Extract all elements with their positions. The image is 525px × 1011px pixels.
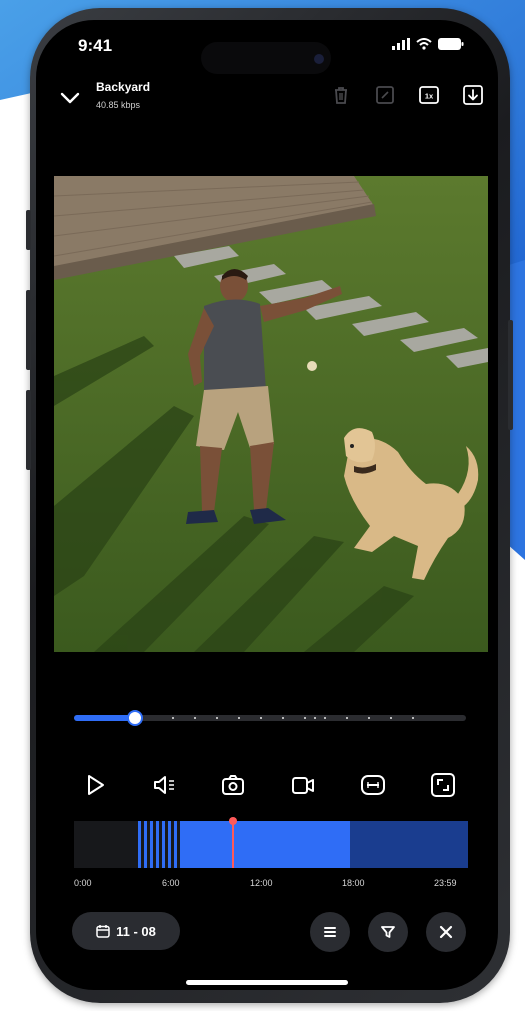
camera-dot [314, 54, 324, 64]
scrubber-tick [324, 717, 326, 719]
list-button[interactable] [310, 912, 350, 952]
camera-name: Backyard [96, 80, 151, 94]
scrubber-tick [314, 717, 316, 719]
timeline-playhead-dot [229, 817, 237, 825]
phone-side-button [508, 320, 513, 430]
scrubber-tick [412, 717, 414, 719]
phone-side-button [26, 390, 31, 470]
recording-timeline[interactable] [74, 821, 468, 868]
scrubber-tick [260, 717, 262, 719]
timeline-event-stripe [138, 821, 141, 868]
battery-icon [438, 38, 464, 50]
scrubber-tick [390, 717, 392, 719]
scrubber-tick [194, 717, 196, 719]
speed-1x-icon[interactable]: 1x [418, 84, 440, 106]
record-video-icon[interactable] [288, 770, 318, 800]
hd-icon[interactable] [358, 770, 388, 800]
scrubber-tick [304, 717, 306, 719]
scrubber-tick [216, 717, 218, 719]
bitrate-label: 40.85 kbps [96, 100, 141, 110]
page: 9:41 Backyard 40.85 kbps 1x 0:00 6:00 12… [0, 0, 525, 1011]
dynamic-island [201, 42, 331, 74]
timeline-event-stripe [144, 821, 147, 868]
edit-icon[interactable] [374, 84, 396, 106]
playback-scrubber[interactable] [74, 710, 466, 726]
timeline-event-stripe [168, 821, 171, 868]
fullscreen-icon[interactable] [428, 770, 458, 800]
scrubber-tick [368, 717, 370, 719]
timeline-event-stripe [174, 821, 177, 868]
bottom-toolbar: 11 - 08 [36, 912, 498, 952]
filter-icon [381, 926, 395, 938]
timeline-label: 12:00 [250, 878, 273, 888]
close-button[interactable] [426, 912, 466, 952]
speed-label: 1x [425, 92, 434, 101]
timeline-event-stripe [150, 821, 153, 868]
date-label: 11 - 08 [116, 923, 156, 939]
timeline-label: 0:00 [74, 878, 92, 888]
timeline-label: 23:59 [434, 878, 457, 888]
timeline-label: 6:00 [162, 878, 180, 888]
wifi-icon [416, 38, 432, 50]
timeline-recording-segment [180, 821, 350, 868]
home-indicator[interactable] [186, 980, 348, 985]
camera-snapshot-icon[interactable] [218, 770, 248, 800]
timeline-event-stripe [162, 821, 165, 868]
phone-screen: 9:41 Backyard 40.85 kbps 1x 0:00 6:00 12… [36, 20, 498, 990]
status-icons [392, 38, 464, 50]
player-header: Backyard 40.85 kbps 1x [36, 76, 498, 126]
signal-icon [392, 38, 410, 50]
calendar-icon [96, 925, 110, 938]
timeline-labels: 0:00 6:00 12:00 18:00 23:59 [74, 878, 468, 892]
video-player[interactable] [54, 176, 488, 652]
phone-side-button [26, 290, 31, 370]
filter-button[interactable] [368, 912, 408, 952]
phone-side-button [26, 210, 31, 250]
status-time: 9:41 [78, 36, 113, 55]
volume-icon[interactable] [150, 770, 180, 800]
timeline-recording-segment [350, 821, 468, 868]
scrubber-tick [282, 717, 284, 719]
timeline-playhead[interactable] [232, 821, 234, 868]
date-picker-button[interactable]: 11 - 08 [72, 912, 180, 950]
list-icon [324, 927, 336, 937]
video-frame-image [54, 176, 488, 652]
scrubber-thumb[interactable] [127, 710, 143, 726]
scrubber-tick [172, 717, 174, 719]
scrubber-tick [346, 717, 348, 719]
scrubber-tick [238, 717, 240, 719]
timeline-label: 18:00 [342, 878, 365, 888]
chevron-down-icon[interactable] [58, 86, 82, 110]
playback-controls [74, 770, 466, 800]
status-bar: 9:41 [36, 20, 498, 80]
download-icon[interactable] [462, 84, 484, 106]
close-icon [439, 925, 453, 939]
scrubber-progress [74, 715, 135, 721]
timeline-event-stripe [156, 821, 159, 868]
play-icon[interactable] [80, 770, 110, 800]
trash-icon[interactable] [330, 84, 352, 106]
